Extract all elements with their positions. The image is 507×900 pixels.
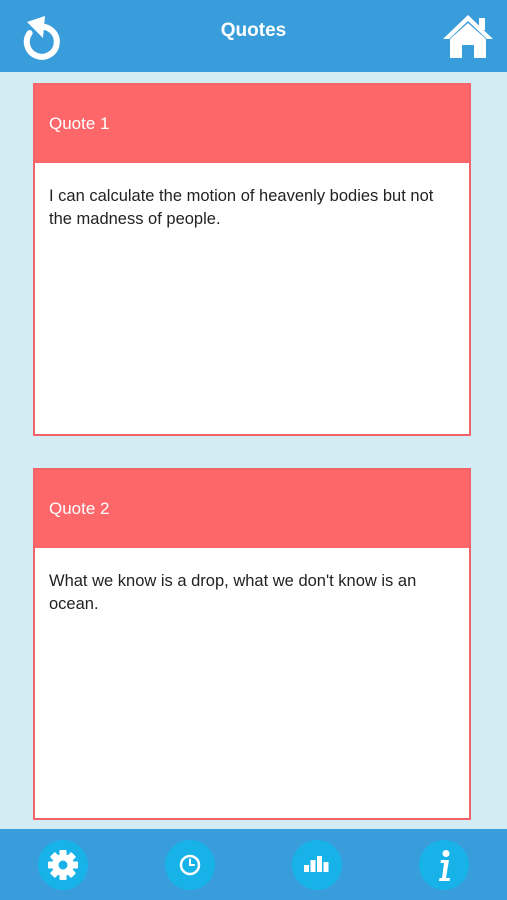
quote-card: Quote 2 What we know is a drop, what we … bbox=[33, 468, 471, 820]
settings-button[interactable] bbox=[38, 840, 88, 890]
timer-button[interactable] bbox=[165, 840, 215, 890]
info-icon bbox=[439, 850, 450, 881]
bar-chart-icon bbox=[304, 856, 329, 872]
quote-card-title: Quote 2 bbox=[35, 470, 469, 548]
page-title: Quotes bbox=[220, 20, 287, 41]
info-button[interactable] bbox=[419, 840, 469, 890]
top-bar: Quotes bbox=[0, 0, 507, 72]
stats-button[interactable] bbox=[292, 840, 342, 890]
clock-icon bbox=[179, 854, 201, 876]
quote-card: Quote 1 I can calculate the motion of he… bbox=[33, 83, 471, 436]
home-icon bbox=[443, 15, 493, 58]
bottom-tab-bar bbox=[0, 829, 507, 900]
gear-icon bbox=[48, 850, 78, 880]
quote-text: I can calculate the motion of heavenly b… bbox=[49, 187, 434, 228]
quote-text: What we know is a drop, what we don't kn… bbox=[49, 572, 417, 613]
quote-card-title: Quote 1 bbox=[35, 85, 469, 163]
home-button[interactable] bbox=[440, 12, 496, 60]
